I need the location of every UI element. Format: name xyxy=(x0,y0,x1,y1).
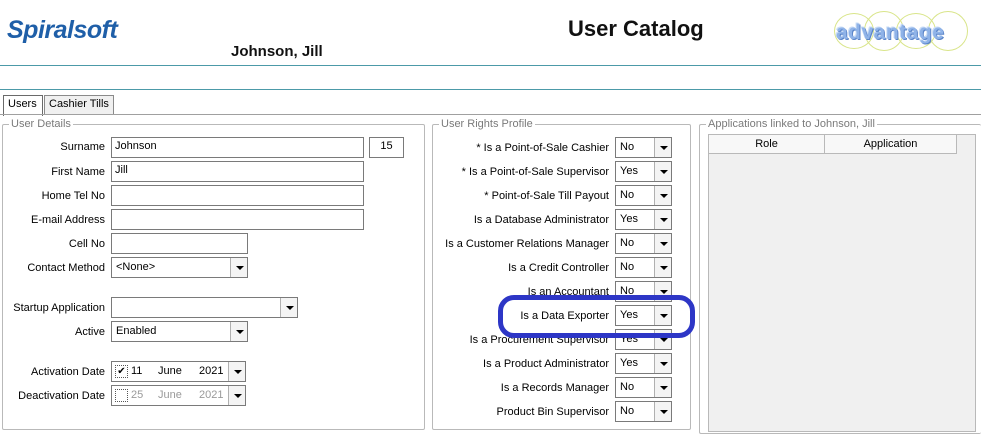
first-name-field[interactable]: Jill xyxy=(111,161,364,182)
activation-month[interactable]: June xyxy=(158,365,182,377)
app-header: Spiralsoft User Catalog Johnson, Jill ad… xyxy=(0,0,981,66)
right-label: Is a Customer Relations Manager xyxy=(445,238,609,250)
toolbar-divider xyxy=(0,89,981,90)
chevron-down-icon[interactable] xyxy=(230,322,247,341)
right-label: * Is a Point-of-Sale Cashier xyxy=(476,142,609,154)
right-label: * Point-of-Sale Till Payout xyxy=(484,190,609,202)
right-label: Is a Records Manager xyxy=(500,382,609,394)
tab-cashier-tills[interactable]: Cashier Tills xyxy=(44,95,114,115)
applications-legend: Applications linked to Johnson, Jill xyxy=(706,118,877,130)
right-value: No xyxy=(620,141,635,153)
chevron-down-icon[interactable] xyxy=(280,298,297,317)
tab-divider xyxy=(0,114,981,115)
startup-app-select[interactable] xyxy=(111,297,298,318)
contact-method-select[interactable]: <None> xyxy=(111,257,248,278)
contact-method-label: Contact Method xyxy=(27,262,105,274)
active-label: Active xyxy=(75,326,105,338)
right-select[interactable]: No xyxy=(615,377,672,398)
right-value: No xyxy=(620,237,635,249)
activation-date-label: Activation Date xyxy=(31,366,105,378)
chevron-down-icon[interactable] xyxy=(654,138,671,157)
email-field[interactable] xyxy=(111,209,364,230)
right-select[interactable]: No xyxy=(615,137,672,158)
home-tel-label: Home Tel No xyxy=(41,190,105,202)
right-label: Is a Credit Controller xyxy=(508,262,609,274)
advantage-wordmark: advantage xyxy=(836,21,945,44)
deactivation-month[interactable]: June xyxy=(158,389,182,401)
current-user-name: Johnson, Jill xyxy=(231,43,323,60)
chevron-down-icon[interactable] xyxy=(654,162,671,181)
right-value: No xyxy=(620,189,635,201)
tab-users[interactable]: Users xyxy=(3,95,43,116)
application-column-header[interactable]: Application xyxy=(825,135,957,154)
right-value: Yes xyxy=(620,357,638,369)
chevron-down-icon[interactable] xyxy=(654,354,671,373)
activation-date-checkbox[interactable]: ✔ xyxy=(115,365,128,378)
chevron-down-icon[interactable] xyxy=(654,210,671,229)
right-select[interactable]: No xyxy=(615,233,672,254)
activation-day[interactable]: 11 xyxy=(131,365,142,377)
spiralsoft-logo: Spiralsoft xyxy=(7,16,118,44)
cell-field[interactable] xyxy=(111,233,248,254)
chevron-down-icon[interactable] xyxy=(654,402,671,421)
surname-field[interactable]: Johnson xyxy=(111,137,364,158)
right-select[interactable]: Yes xyxy=(615,161,672,182)
chevron-down-icon[interactable] xyxy=(230,258,247,277)
email-label: E-mail Address xyxy=(31,214,105,226)
deactivation-date-checkbox[interactable] xyxy=(115,389,128,402)
applications-grid[interactable]: Role Application xyxy=(708,134,976,432)
deactivation-year[interactable]: 2021 xyxy=(199,389,223,401)
deactivation-date-label: Deactivation Date xyxy=(18,390,105,402)
chevron-down-icon[interactable] xyxy=(654,378,671,397)
right-value: No xyxy=(620,405,635,417)
cell-label: Cell No xyxy=(68,238,105,250)
right-select[interactable]: No xyxy=(615,401,672,422)
role-column-header[interactable]: Role xyxy=(709,135,825,154)
user-details-legend: User Details xyxy=(9,118,73,130)
deactivation-day[interactable]: 25 xyxy=(131,389,143,401)
activation-year[interactable]: 2021 xyxy=(199,365,223,377)
startup-app-label: Startup Application xyxy=(13,302,105,314)
right-select[interactable]: No xyxy=(615,185,672,206)
home-tel-field[interactable] xyxy=(111,185,364,206)
right-value: No xyxy=(620,381,635,393)
user-id-field[interactable]: 15 xyxy=(369,137,404,158)
right-select[interactable]: Yes xyxy=(615,209,672,230)
chevron-down-icon[interactable] xyxy=(654,258,671,277)
right-value: No xyxy=(620,261,635,273)
right-label: Is a Product Administrator xyxy=(483,358,609,370)
active-select[interactable]: Enabled xyxy=(111,321,248,342)
active-value: Enabled xyxy=(116,325,157,337)
chevron-down-icon[interactable] xyxy=(228,362,245,381)
header-divider xyxy=(0,65,981,66)
right-label: Product Bin Supervisor xyxy=(496,406,610,418)
first-name-label: First Name xyxy=(51,166,105,178)
data-exporter-highlight xyxy=(498,295,695,338)
tab-users-label: Users xyxy=(8,98,37,110)
chevron-down-icon[interactable] xyxy=(228,386,245,405)
chevron-down-icon[interactable] xyxy=(654,234,671,253)
right-label: Is a Database Administrator xyxy=(473,214,609,226)
right-select[interactable]: No xyxy=(615,257,672,278)
right-value: Yes xyxy=(620,213,638,225)
right-select[interactable]: Yes xyxy=(615,353,672,374)
page-title: User Catalog xyxy=(568,16,704,41)
tab-cashier-tills-label: Cashier Tills xyxy=(49,98,109,110)
activation-date-picker[interactable]: ✔ 11 June 2021 xyxy=(111,361,246,382)
deactivation-date-picker[interactable]: 25 June 2021 xyxy=(111,385,246,406)
right-value: Yes xyxy=(620,165,638,177)
chevron-down-icon[interactable] xyxy=(654,186,671,205)
right-label: * Is a Point-of-Sale Supervisor xyxy=(461,166,609,178)
contact-method-value: <None> xyxy=(116,261,156,273)
advantage-logo: advantage xyxy=(834,11,974,53)
surname-label: Surname xyxy=(60,141,105,153)
user-rights-legend: User Rights Profile xyxy=(439,118,535,130)
